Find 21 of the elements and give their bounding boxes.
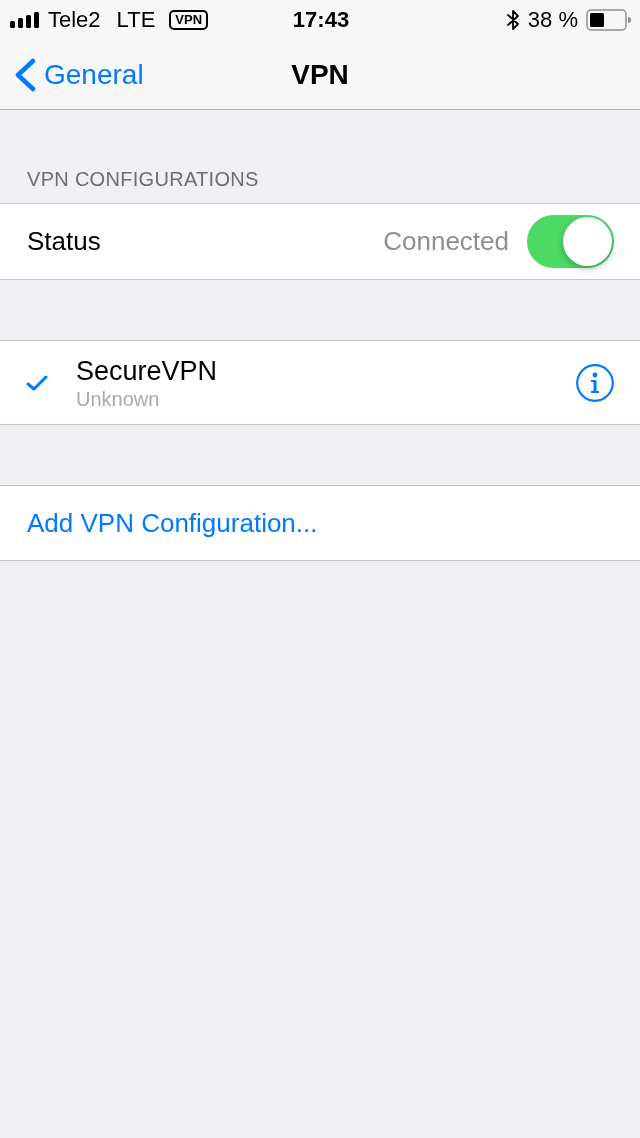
battery-icon xyxy=(586,9,632,31)
bluetooth-icon xyxy=(505,9,520,31)
status-label: Status xyxy=(27,226,102,257)
section-header: VPN CONFIGURATIONS xyxy=(26,167,260,192)
toggle-switch[interactable] xyxy=(527,215,614,268)
status-value: Connected xyxy=(383,226,509,257)
chevron-left-icon xyxy=(14,57,36,92)
back-button[interactable]: General xyxy=(0,57,144,92)
page-title: VPN xyxy=(291,58,349,91)
add-configuration-button[interactable]: Add VPN Configuration... xyxy=(27,507,318,539)
configuration-status: Unknown xyxy=(76,386,160,411)
checkmark-icon xyxy=(26,374,48,391)
carrier-name: Tele2 xyxy=(48,7,101,33)
info-icon[interactable] xyxy=(576,363,614,402)
vpn-configuration-row[interactable]: SecureVPN Unknown xyxy=(0,340,640,425)
signal-icon xyxy=(10,12,40,28)
clock-time: 17:43 xyxy=(292,7,350,33)
network-type: LTE xyxy=(116,7,156,33)
configuration-name: SecureVPN xyxy=(76,354,218,387)
vpn-badge: VPN xyxy=(169,10,209,30)
battery-percentage: 38 % xyxy=(527,7,578,33)
